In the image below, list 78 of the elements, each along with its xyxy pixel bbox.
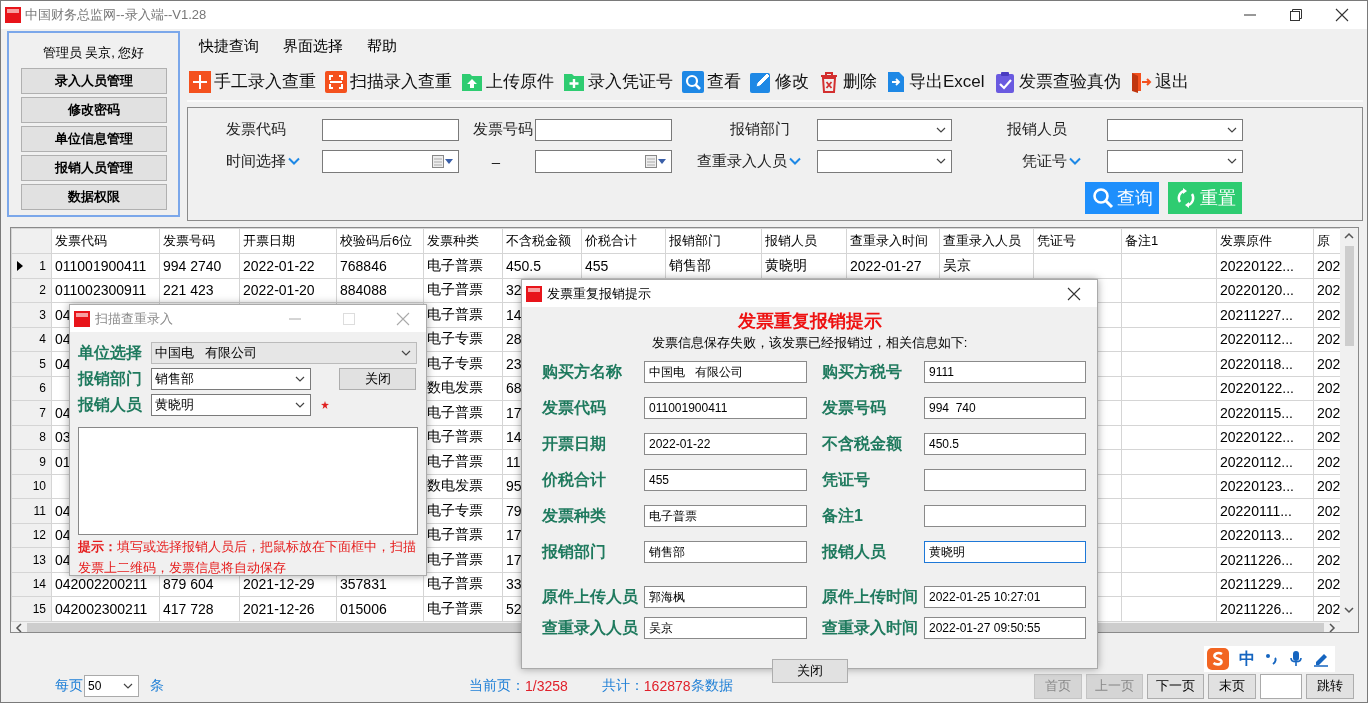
total-unit: 条数据 <box>690 677 733 695</box>
table-cell: 20220118... <box>1216 351 1314 376</box>
table-cell: 042002300211 <box>51 596 160 621</box>
field-label: 凭证号 <box>822 469 871 490</box>
row-number: 7 <box>39 405 47 420</box>
row-number: 11 <box>33 503 47 518</box>
field-label: 不含税金额 <box>822 433 903 454</box>
row-number: 6 <box>39 381 47 396</box>
row-number: 2 <box>39 283 47 298</box>
table-cell: 20220120... <box>1216 278 1314 303</box>
row-number: 13 <box>32 552 47 567</box>
current-page-label: 当前页： <box>469 677 525 695</box>
table-cell: 20220122... <box>1216 253 1314 278</box>
row-number: 9 <box>39 454 47 469</box>
row-number: 14 <box>32 577 47 592</box>
row-number: 4 <box>39 332 47 347</box>
table-cell: 20220113... <box>1216 523 1314 548</box>
table-cell: 黄晓明 <box>761 253 847 278</box>
table-cell: 221 423 <box>159 278 240 303</box>
table-cell: 20211227... <box>1216 302 1314 327</box>
table-cell: 994 2740 <box>159 253 240 278</box>
table-cell: 011001900411 <box>51 253 160 278</box>
total-label: 共计： <box>601 677 644 695</box>
message-text: 发票信息保存失败，该发票已经报销过，相关信息如下: <box>651 334 968 352</box>
table-cell: 417 728 <box>159 596 240 621</box>
table-cell: 768846 <box>336 253 424 278</box>
table-cell: 2022-01-22 <box>239 253 337 278</box>
field-label: 凭证号 <box>1022 151 1067 171</box>
dialog-heading: 发票重复报销提示 <box>737 310 882 333</box>
table-cell: 450.5 <box>502 253 582 278</box>
field-label: 购买方税号 <box>822 361 903 382</box>
row-number: 3 <box>39 307 47 322</box>
table-cell: 2021-12-26 <box>239 596 337 621</box>
field-label: 报销部门 <box>730 120 790 140</box>
table-cell: 011002300911 <box>51 278 160 303</box>
field-label: 时间选择 <box>226 151 286 171</box>
field-label: 发票号码 <box>473 120 533 140</box>
field-label: 报销人员 <box>1007 120 1067 140</box>
table-cell: 20211226... <box>1216 547 1314 572</box>
table-cell: 20220115... <box>1216 400 1314 425</box>
total-value: 162878 <box>643 678 691 694</box>
table-cell: 20220122... <box>1216 376 1314 401</box>
field-label: – <box>491 152 501 170</box>
per-page-unit: 条 <box>150 677 164 695</box>
field-label: 报销人员 <box>822 541 887 562</box>
window-title: 中国财务总监网--录入端--V1.28 <box>25 6 207 24</box>
table-cell: 电子普票 <box>423 253 503 278</box>
row-number: 10 <box>32 479 47 494</box>
row-number: 8 <box>39 430 47 445</box>
table-cell: 20220123... <box>1216 474 1314 499</box>
table-cell: 2022-01-27 <box>846 253 940 278</box>
table-cell: 884088 <box>336 278 424 303</box>
table-cell: 20220111... <box>1216 498 1314 523</box>
row-number: 1 <box>39 258 47 273</box>
row-number: 15 <box>32 601 47 616</box>
table-cell: 吴京 <box>939 253 1034 278</box>
table-cell: 015006 <box>336 596 424 621</box>
field-label: 发票代码 <box>226 120 286 140</box>
table-cell: 20220112... <box>1216 449 1314 474</box>
per-page-label: 每页 <box>55 677 83 695</box>
table-cell: 20211226... <box>1216 596 1314 621</box>
field-label: 原件上传时间 <box>822 586 919 607</box>
field-label: 备注1 <box>822 505 864 526</box>
table-cell: 2022-01-20 <box>239 278 337 303</box>
row-number: 5 <box>39 356 47 371</box>
field-label: 发票号码 <box>822 397 887 418</box>
field-label: 查重录入时间 <box>822 617 919 638</box>
current-page-value: 1/3258 <box>525 678 568 694</box>
table-cell: 电子普票 <box>423 596 503 621</box>
table-cell: 455 <box>581 253 666 278</box>
table-cell: 20220122... <box>1216 425 1314 450</box>
row-number: 12 <box>32 528 47 543</box>
greeting-text: 管理员 吴京, 您好 <box>42 44 145 62</box>
table-cell: 20211229... <box>1216 572 1314 597</box>
field-label: 查重录入人员 <box>697 151 787 171</box>
table-cell: 20220112... <box>1216 327 1314 352</box>
table-cell: 电子普票 <box>423 278 503 303</box>
table-cell: 销售部 <box>665 253 762 278</box>
